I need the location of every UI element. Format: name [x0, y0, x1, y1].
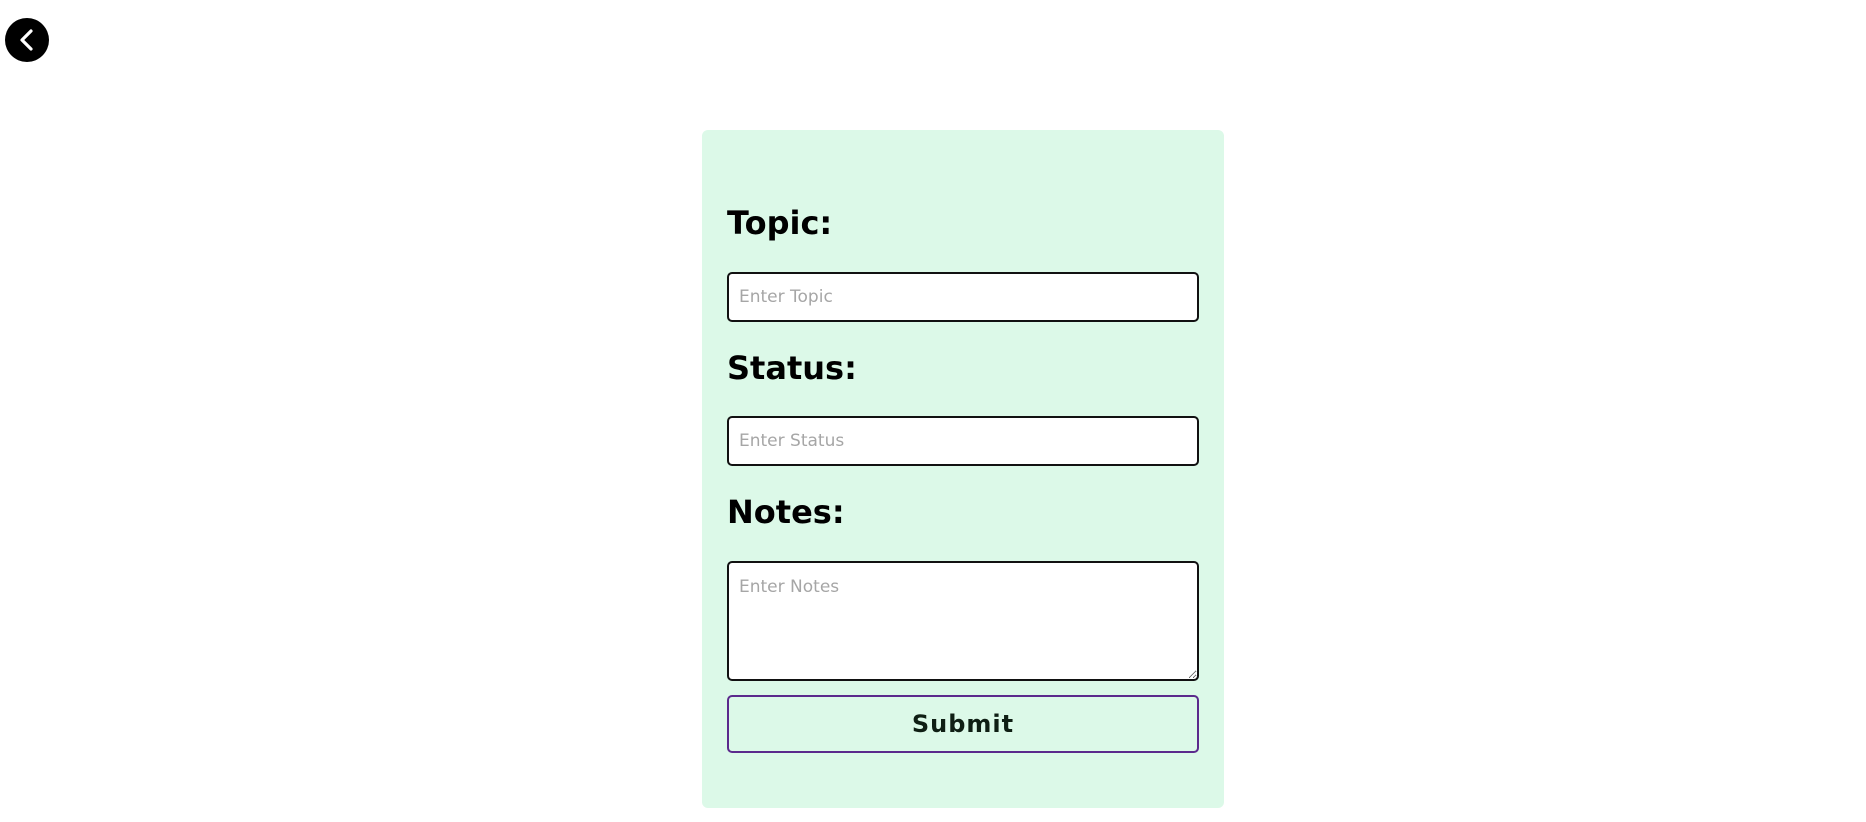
entry-form: Topic: Status: Notes: Submit	[702, 130, 1224, 808]
topic-label: Topic:	[727, 204, 833, 242]
topic-input[interactable]	[727, 272, 1199, 322]
notes-textarea[interactable]	[727, 561, 1199, 681]
submit-button[interactable]: Submit	[727, 695, 1199, 753]
status-label: Status:	[727, 349, 857, 387]
notes-label: Notes:	[727, 493, 845, 531]
status-input[interactable]	[727, 416, 1199, 466]
back-button[interactable]	[5, 18, 49, 62]
chevron-left-icon	[16, 28, 38, 52]
